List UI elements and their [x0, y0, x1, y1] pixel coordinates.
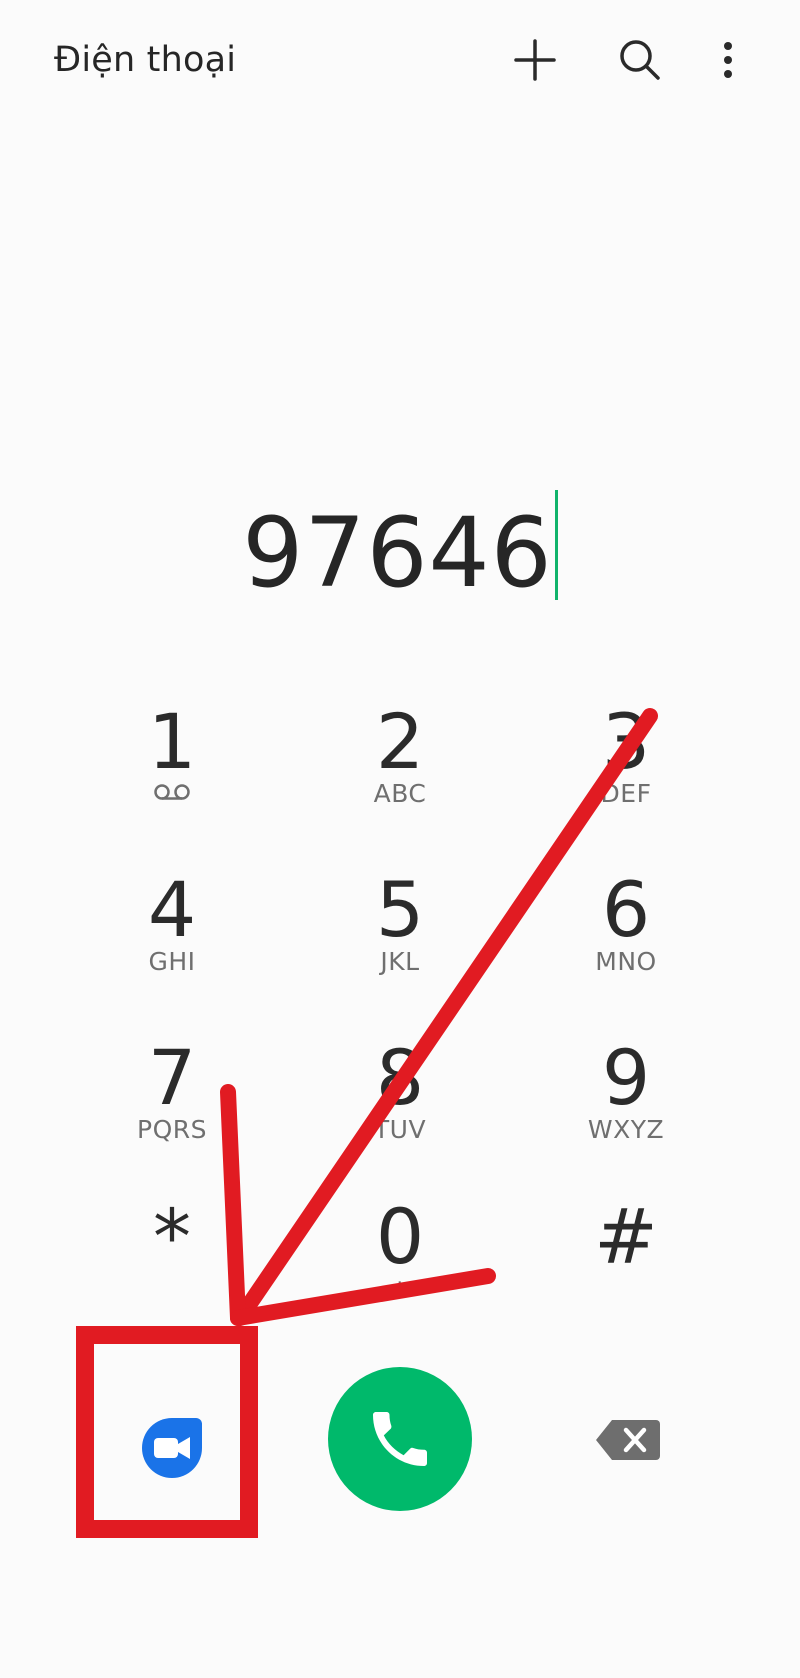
- key-7[interactable]: 7 PQRS: [72, 1036, 272, 1176]
- key-letters: GHI: [148, 947, 196, 976]
- key-0[interactable]: 0 +: [300, 1195, 500, 1335]
- key-8[interactable]: 8 TUV: [300, 1036, 500, 1176]
- key-digit: 4: [147, 865, 197, 954]
- key-digit: 9: [601, 1033, 651, 1122]
- more-options-button[interactable]: [698, 30, 758, 90]
- search-button[interactable]: [610, 30, 670, 90]
- key-letters: TUV: [373, 1115, 427, 1144]
- key-digit: #: [594, 1192, 658, 1281]
- key-digit: 3: [601, 697, 651, 786]
- key-2[interactable]: 2 ABC: [300, 700, 500, 840]
- plus-icon: [514, 39, 556, 81]
- key-letters: WXYZ: [587, 1115, 665, 1144]
- key-6[interactable]: 6 MNO: [526, 868, 726, 1008]
- key-digit: *: [153, 1192, 191, 1281]
- key-digit: 6: [601, 865, 651, 954]
- key-digit: 7: [147, 1033, 197, 1122]
- backspace-icon: [596, 1420, 660, 1460]
- text-cursor: [554, 490, 558, 600]
- key-digit: 5: [375, 865, 425, 954]
- add-contact-button[interactable]: [505, 30, 565, 90]
- key-digit: 2: [375, 697, 425, 786]
- phone-icon: [373, 1412, 427, 1466]
- key-4[interactable]: 4 GHI: [72, 868, 272, 1008]
- key-letters: +: [389, 1274, 411, 1303]
- key-9[interactable]: 9 WXYZ: [526, 1036, 726, 1176]
- key-letters: DEF: [600, 779, 652, 808]
- key-hash[interactable]: #: [526, 1195, 726, 1335]
- key-letters: MNO: [595, 947, 657, 976]
- video-call-button[interactable]: [132, 1408, 212, 1488]
- key-3[interactable]: 3 DEF: [526, 700, 726, 840]
- search-icon: [620, 40, 660, 80]
- key-digit: 1: [147, 697, 197, 786]
- key-letters: ABC: [373, 779, 427, 808]
- app-title: Điện thoại: [54, 40, 237, 80]
- key-letters: PQRS: [137, 1115, 207, 1144]
- key-star[interactable]: *: [72, 1195, 272, 1335]
- video-call-icon: [142, 1418, 202, 1478]
- dialed-number-field[interactable]: 97646: [0, 490, 800, 613]
- call-button[interactable]: [328, 1367, 472, 1511]
- key-1[interactable]: 1: [72, 700, 272, 840]
- backspace-button[interactable]: [588, 1413, 668, 1467]
- key-letters: JKL: [380, 947, 420, 976]
- key-digit: 0: [375, 1192, 425, 1281]
- key-digit: 8: [375, 1033, 425, 1122]
- more-vertical-icon: [724, 42, 732, 78]
- dialed-number: 97646: [242, 497, 553, 609]
- voicemail-icon: [154, 784, 190, 800]
- key-5[interactable]: 5 JKL: [300, 868, 500, 1008]
